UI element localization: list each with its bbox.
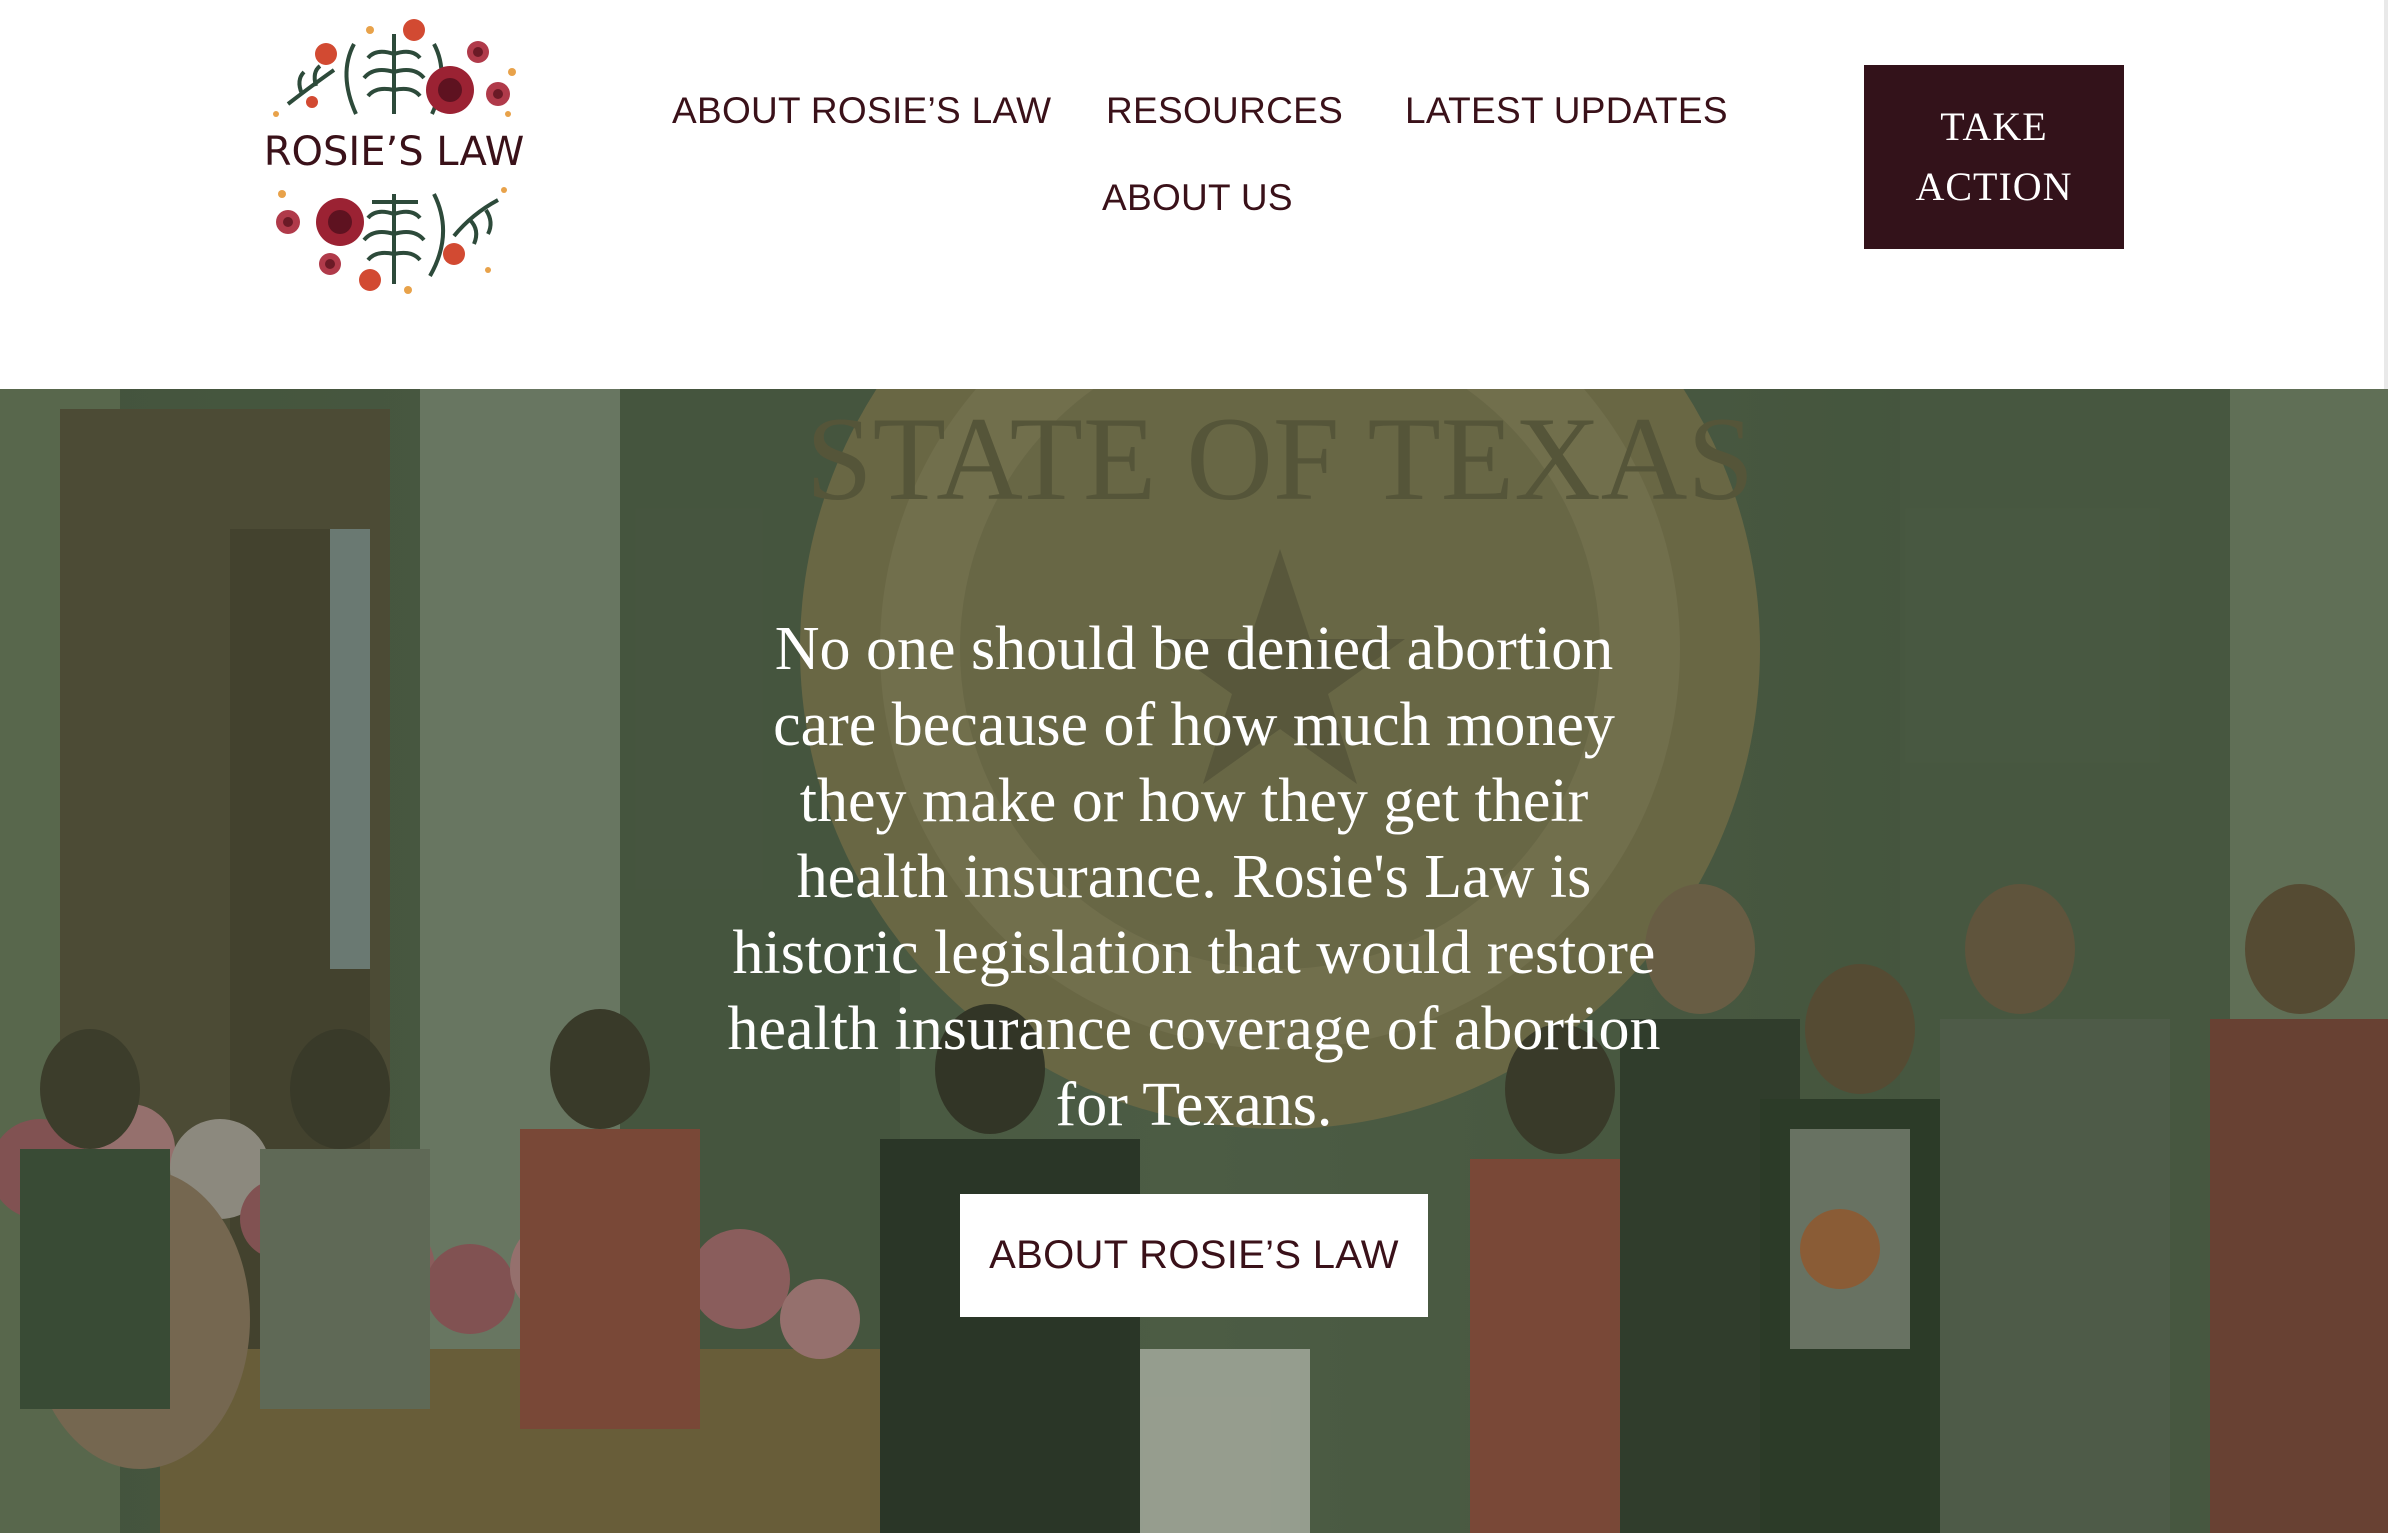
- nav-item-latest-updates[interactable]: LATEST UPDATES: [1405, 90, 1728, 132]
- scrollbar-track: [2384, 0, 2388, 389]
- leaf-icon: [362, 193, 499, 284]
- logo-wordmark: ROSIE’S LAW: [263, 129, 525, 175]
- site-logo[interactable]: ROSIE’S LAW: [258, 14, 530, 300]
- nav-item-about-rosies-law[interactable]: ABOUT ROSIE’S LAW: [672, 90, 1051, 132]
- hero-headline: No one should be denied abortion care be…: [727, 615, 1661, 1139]
- site-header: ROSIE’S LAW ABOUT ROSIE’S LAW RESOURCES …: [0, 0, 2388, 389]
- take-action-button[interactable]: TAKE ACTION: [1864, 65, 2124, 249]
- about-rosies-law-button[interactable]: ABOUT ROSIE’S LAW: [960, 1194, 1428, 1317]
- nav-item-about-us[interactable]: ABOUT US: [1102, 177, 1293, 219]
- nav-item-resources[interactable]: RESOURCES: [1106, 90, 1343, 132]
- hero-section: STATE OF TEXAS No one should be denied a…: [0, 389, 2388, 1533]
